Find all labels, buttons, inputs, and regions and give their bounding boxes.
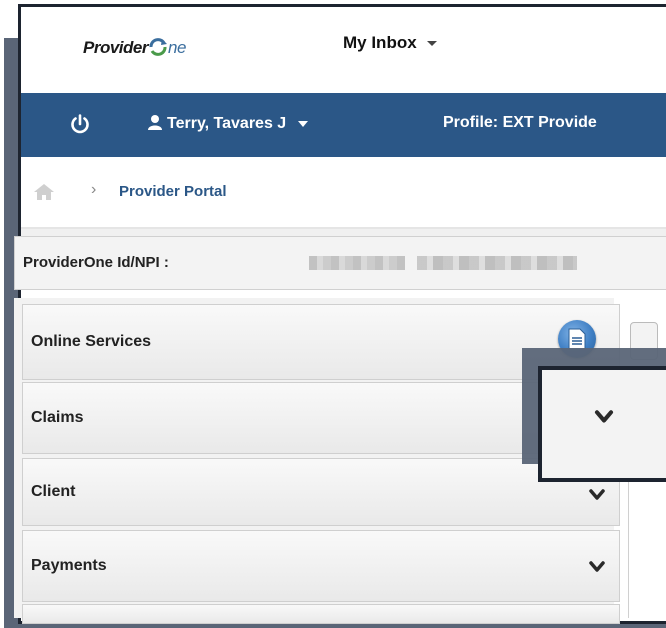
npi-redacted-segment — [417, 256, 577, 270]
chevron-down-icon — [589, 561, 605, 572]
caret-down-icon — [426, 41, 437, 47]
breadcrumb: › Provider Portal — [21, 157, 666, 229]
home-icon[interactable] — [33, 183, 55, 201]
power-icon[interactable] — [69, 113, 91, 135]
user-bar: Terry, Tavares J Profile: EXT Provide — [21, 93, 666, 157]
menu-item-label: Client — [31, 483, 76, 500]
caret-down-icon — [298, 120, 309, 127]
menu-item-next[interactable] — [22, 604, 620, 624]
logo-suffix: ne — [167, 38, 186, 57]
top-header: Provider ne My Inbox — [21, 7, 666, 93]
npi-redacted-value — [309, 256, 579, 270]
menu-item-label: Claims — [31, 409, 84, 426]
breadcrumb-separator-icon: › — [91, 181, 97, 198]
menu-item-label: Online Services — [31, 333, 152, 350]
user-name: Terry, Tavares J — [167, 115, 287, 132]
menu-item-label: Payments — [31, 557, 107, 574]
logo-swirl-icon — [149, 38, 167, 56]
npi-redacted-segment — [309, 256, 405, 270]
breadcrumb-provider-portal[interactable]: Provider Portal — [119, 183, 227, 200]
npi-label: ProviderOne Id/NPI : — [23, 254, 169, 271]
user-menu[interactable]: Terry, Tavares J — [147, 114, 309, 133]
chevron-down-icon — [589, 489, 605, 500]
claims-expand-highlight[interactable] — [538, 366, 666, 482]
providerone-logo[interactable]: Provider ne — [83, 37, 186, 58]
menu-item-payments[interactable]: Payments — [22, 530, 620, 602]
chevron-down-icon — [594, 410, 614, 423]
menu-item-client[interactable]: Client — [22, 458, 620, 526]
inbox-label: My Inbox — [343, 33, 417, 52]
my-inbox-menu[interactable]: My Inbox — [343, 33, 437, 53]
logo-text: Provider — [83, 38, 148, 57]
npi-bar: ProviderOne Id/NPI : — [14, 236, 666, 290]
profile-menu[interactable]: Profile: EXT Provide — [443, 114, 597, 132]
user-icon — [148, 115, 162, 130]
